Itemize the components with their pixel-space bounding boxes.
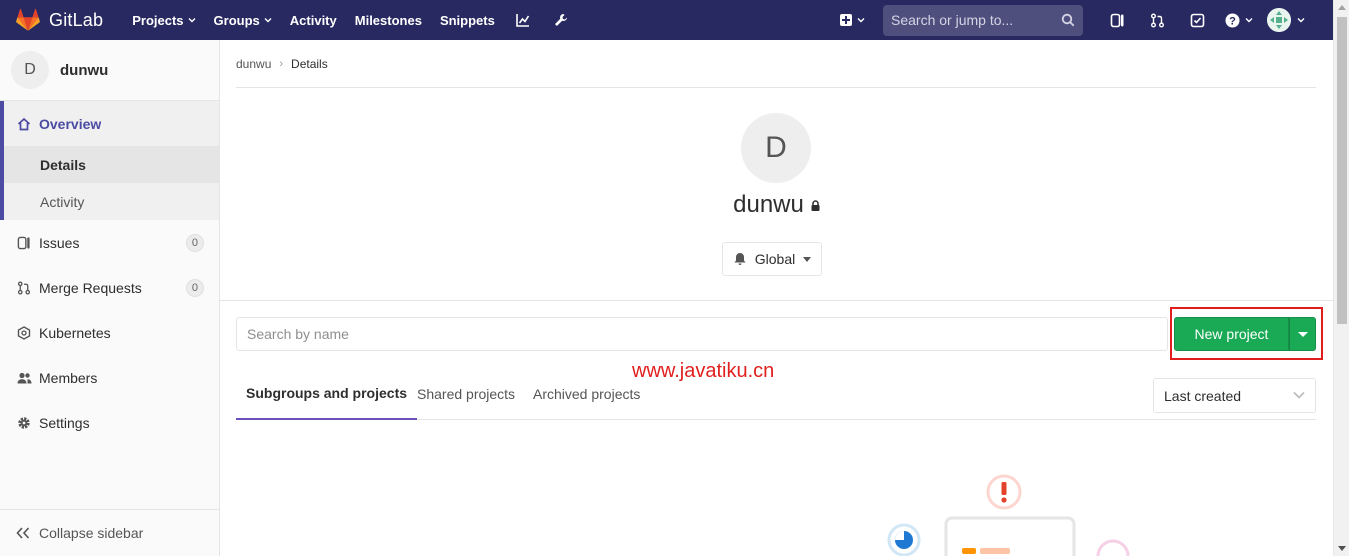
new-dropdown-button[interactable] <box>832 0 873 40</box>
sidebar-item-label: Activity <box>40 193 85 210</box>
top-navbar: GitLab Projects Groups Activity Mileston… <box>0 0 1333 40</box>
issues-count-badge: 0 <box>185 233 204 252</box>
sidebar-item-label: Members <box>39 369 98 386</box>
group-home-panel: D dunwu Global <box>220 88 1333 301</box>
scroll-up-arrow-icon[interactable] <box>1338 5 1346 10</box>
lock-icon <box>811 199 820 211</box>
sidebar-item-label: Issues <box>39 234 80 251</box>
filter-by-name-input[interactable] <box>236 317 1168 351</box>
collapse-sidebar-button[interactable]: Collapse sidebar <box>0 509 219 556</box>
nav-projects-label: Projects <box>132 12 184 28</box>
sidebar-group-name: dunwu <box>60 61 109 79</box>
collapse-sidebar-label: Collapse sidebar <box>39 525 144 541</box>
sidebar-item-label: Settings <box>39 414 90 431</box>
nav-admin[interactable] <box>542 0 580 40</box>
sidebar-item-label: Overview <box>39 115 102 132</box>
nav-snippets[interactable]: Snippets <box>431 0 504 40</box>
plus-square-icon <box>840 14 852 26</box>
merge-request-icon <box>1150 13 1164 27</box>
nav-help-button[interactable]: ? <box>1217 0 1261 40</box>
sidebar-item-activity[interactable]: Activity <box>4 183 219 220</box>
group-sidebar: D dunwu Overview Details Activity Issues… <box>0 40 220 556</box>
chevron-down-icon <box>1297 18 1305 23</box>
gear-icon <box>16 415 32 431</box>
brand-name: GitLab <box>49 9 104 30</box>
tab-archived-projects[interactable]: Archived projects <box>523 368 650 419</box>
page-scrollbar[interactable] <box>1333 0 1349 556</box>
user-menu-button[interactable] <box>1261 0 1333 40</box>
breadcrumb-group-link[interactable]: dunwu <box>236 57 271 71</box>
empty-state-illustration <box>880 470 1140 556</box>
sidebar-item-label: Details <box>40 156 86 173</box>
group-name: dunwu <box>733 191 804 218</box>
nav-analytics[interactable] <box>504 0 542 40</box>
group-avatar: D <box>11 51 49 89</box>
breadcrumb-current: Details <box>291 56 328 71</box>
sidebar-item-label: Merge Requests <box>39 279 142 296</box>
caret-down-icon <box>803 256 812 262</box>
nav-groups[interactable]: Groups <box>205 0 281 40</box>
sidebar-item-kubernetes[interactable]: Kubernetes <box>0 310 219 355</box>
navbar-right: ? <box>832 0 1333 40</box>
chevron-down-icon <box>1245 18 1253 23</box>
sidebar-item-members[interactable]: Members <box>0 355 219 400</box>
group-title: dunwu <box>220 191 1333 219</box>
help-icon: ? <box>1225 13 1240 27</box>
scroll-down-arrow-icon[interactable] <box>1338 546 1346 551</box>
nav-projects[interactable]: Projects <box>123 0 204 40</box>
gitlab-logo-icon <box>16 8 40 31</box>
sidebar-context-header[interactable]: D dunwu <box>0 40 219 101</box>
home-icon <box>16 116 32 132</box>
global-search[interactable] <box>883 4 1083 36</box>
svg-text:?: ? <box>1229 15 1236 27</box>
gitlab-home-link[interactable]: GitLab <box>15 0 103 40</box>
nav-groups-label: Groups <box>213 12 260 28</box>
sidebar-item-overview[interactable]: Overview <box>4 101 219 146</box>
group-avatar-large: D <box>741 113 811 183</box>
chevron-down-icon <box>188 18 196 23</box>
sidebar-item-issues[interactable]: Issues 0 <box>0 220 219 265</box>
avatar <box>1267 8 1291 32</box>
chart-icon <box>516 14 530 27</box>
sidebar-item-details[interactable]: Details <box>4 146 219 183</box>
scrollbar-thumb[interactable] <box>1337 17 1347 324</box>
search-icon <box>1061 13 1075 27</box>
notification-settings-button[interactable]: Global <box>722 242 822 276</box>
sidebar-item-settings[interactable]: Settings <box>0 400 219 445</box>
tab-shared-projects[interactable]: Shared projects <box>407 368 525 419</box>
nav-activity[interactable]: Activity <box>281 0 346 40</box>
main-nav: Projects Groups Activity Milestones Snip… <box>123 0 580 40</box>
double-chevron-left-icon <box>16 527 30 539</box>
nav-milestones[interactable]: Milestones <box>346 0 431 40</box>
merge-request-icon <box>16 280 32 296</box>
sidebar-item-merge-requests[interactable]: Merge Requests 0 <box>0 265 219 310</box>
nav-merge-requests-button[interactable] <box>1137 0 1177 40</box>
kubernetes-icon <box>16 325 32 341</box>
chevron-down-icon <box>264 18 272 23</box>
nav-milestones-label: Milestones <box>354 12 422 28</box>
notification-level-label: Global <box>754 251 796 267</box>
nav-snippets-label: Snippets <box>439 12 495 28</box>
members-icon <box>16 370 32 386</box>
bell-icon <box>733 252 747 266</box>
nav-issues-button[interactable] <box>1097 0 1137 40</box>
annotation-highlight-box <box>1170 307 1323 360</box>
nav-activity-label: Activity <box>289 12 337 28</box>
breadcrumb: dunwu › Details <box>236 40 1316 88</box>
todo-icon <box>1190 13 1204 27</box>
merge-requests-count-badge: 0 <box>185 278 204 297</box>
tab-subgroups-and-projects[interactable]: Subgroups and projects <box>236 368 418 420</box>
sidebar-overview-group: Overview Details Activity <box>0 101 219 220</box>
issues-icon <box>16 235 32 251</box>
wrench-icon <box>554 14 567 26</box>
nav-todos-button[interactable] <box>1177 0 1217 40</box>
chevron-down-icon <box>857 18 865 23</box>
sort-selected-label: Last created <box>1164 387 1242 404</box>
sort-dropdown[interactable]: Last created <box>1153 378 1316 413</box>
issues-icon <box>1110 13 1123 27</box>
global-search-input[interactable] <box>891 12 1061 28</box>
chevron-down-icon <box>1293 391 1305 399</box>
chevron-right-icon: › <box>279 57 284 70</box>
sidebar-item-label: Kubernetes <box>39 324 111 341</box>
